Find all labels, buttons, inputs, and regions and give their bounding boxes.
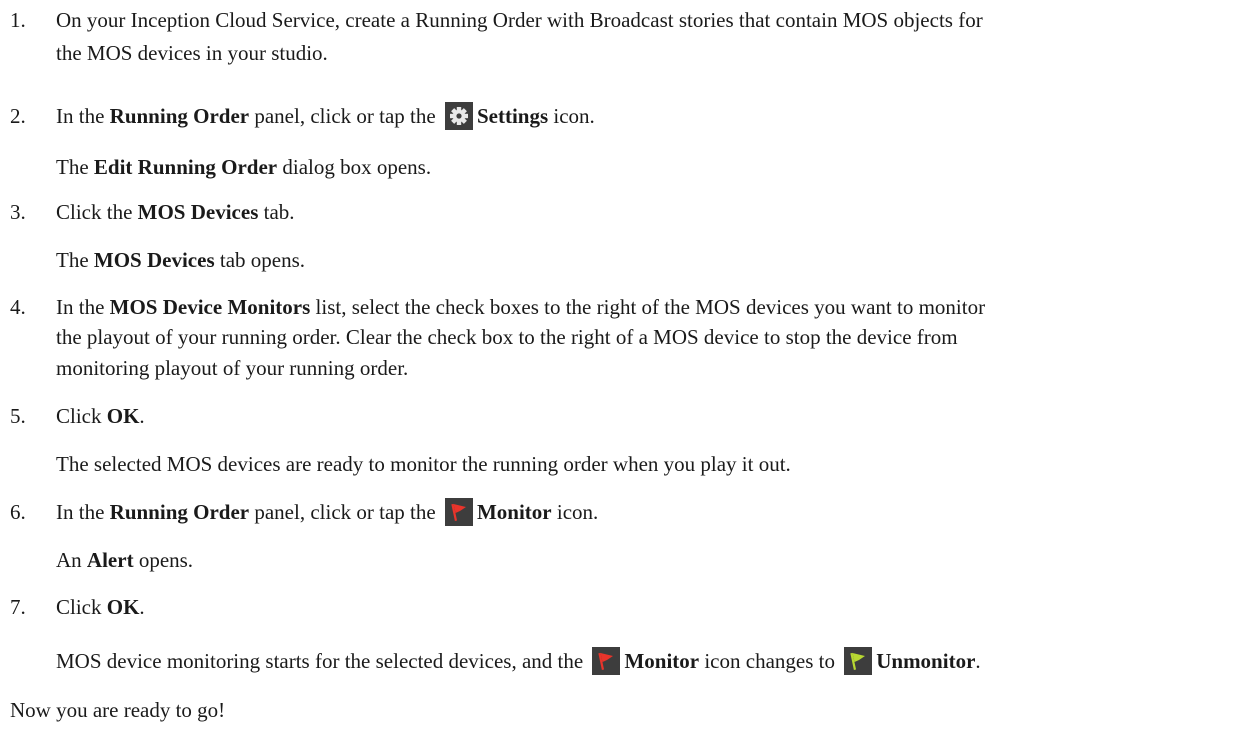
ui-term: OK <box>106 404 140 428</box>
ui-term: Monitor <box>624 649 700 673</box>
ui-term: Running Order <box>109 500 250 524</box>
ui-term: MOS Device Monitors <box>109 295 311 319</box>
text-run: icon changes to <box>699 649 841 673</box>
ui-term: Unmonitor <box>876 649 976 673</box>
red-flag-icon <box>592 647 621 675</box>
text-run: tab opens. <box>214 248 306 272</box>
ui-term: Running Order <box>109 104 250 128</box>
text-run: An <box>56 548 87 572</box>
text-run: tab. <box>258 200 295 224</box>
ui-term: OK <box>106 595 140 619</box>
step-text: Click the MOS Devices tab. <box>56 196 295 228</box>
instructions-page: 1. On your Inception Cloud Service, crea… <box>0 0 1246 746</box>
text-run: opens. <box>133 548 194 572</box>
step-number: 4. <box>10 295 26 319</box>
text-run: Click <box>56 404 107 428</box>
text-run: . <box>139 595 145 619</box>
ui-term: MOS Devices <box>137 200 259 224</box>
text-run: In the <box>56 104 110 128</box>
step-text: In the Running Order panel, click or tap… <box>56 496 598 528</box>
text-run: In the <box>56 500 110 524</box>
text-run: Click <box>56 595 107 619</box>
step-result: The selected MOS devices are ready to mo… <box>56 452 791 476</box>
text-run: . <box>975 649 981 673</box>
text-run: panel, click or tap the <box>249 104 441 128</box>
text-run: panel, click or tap the <box>249 500 441 524</box>
text-run: In the <box>56 295 110 319</box>
step-result: MOS device monitoring starts for the sel… <box>56 645 981 677</box>
step-number: 2. <box>10 104 26 128</box>
ui-term: MOS Devices <box>93 248 215 272</box>
text-run: The <box>56 155 94 179</box>
text-run: . <box>139 404 145 428</box>
step-text: the playout of your running order. Clear… <box>56 325 958 349</box>
step-text: In the MOS Device Monitors list, select … <box>56 291 985 323</box>
step-number: 7. <box>10 595 26 619</box>
step-number: 5. <box>10 404 26 428</box>
text-run: icon. <box>548 104 595 128</box>
step-result: The MOS Devices tab opens. <box>56 244 305 276</box>
step-text: In the Running Order panel, click or tap… <box>56 100 595 132</box>
step-number: 1. <box>10 8 26 32</box>
text-run: MOS device monitoring starts for the sel… <box>56 649 589 673</box>
text-run: The <box>56 248 94 272</box>
ui-term: Edit Running Order <box>93 155 278 179</box>
step-text: On your Inception Cloud Service, create … <box>56 8 983 32</box>
step-text: Click OK. <box>56 591 145 623</box>
ui-term: Monitor <box>476 500 552 524</box>
step-text: Click OK. <box>56 400 145 432</box>
ui-term: Settings <box>476 104 549 128</box>
step-result: An Alert opens. <box>56 544 193 576</box>
text-run: list, select the check boxes to the righ… <box>310 295 986 319</box>
ui-term: Alert <box>86 548 134 572</box>
step-number: 6. <box>10 500 26 524</box>
text-run: icon. <box>551 500 599 524</box>
closing-text: Now you are ready to go! <box>10 698 226 722</box>
gear-icon <box>444 102 473 130</box>
red-flag-icon <box>444 498 473 526</box>
step-result: The Edit Running Order dialog box opens. <box>56 151 431 183</box>
step-text: monitoring playout of your running order… <box>56 356 409 380</box>
text-run: Click the <box>56 200 138 224</box>
step-number: 3. <box>10 200 26 224</box>
text-run: dialog box opens. <box>277 155 432 179</box>
green-flag-icon <box>844 647 873 675</box>
step-text: the MOS devices in your studio. <box>56 41 328 65</box>
